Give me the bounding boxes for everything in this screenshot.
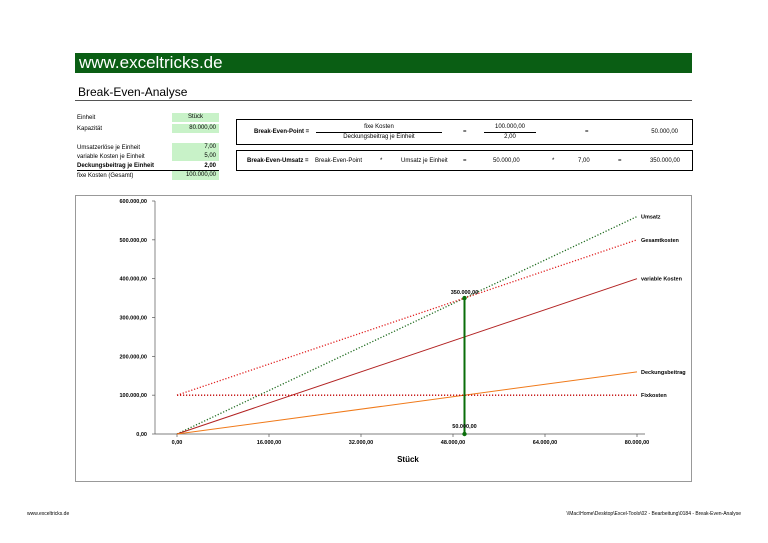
y-tick-label: 600.000,00	[119, 199, 147, 205]
series-label-deckungsbeitrag: Deckungsbeitrag	[641, 370, 686, 376]
footer-left: www.exceltricks.de	[27, 511, 70, 517]
y-tick-label: 300.000,00	[119, 316, 147, 322]
break-even-x-marker	[462, 431, 467, 437]
series-label-umsatz: Umsatz	[641, 215, 661, 221]
series-line-deckungsbeitrag	[176, 371, 638, 435]
x-tick-label: 0,00	[172, 440, 183, 446]
series-label-variable-kosten: variable Kosten	[641, 277, 683, 283]
series-line-umsatz	[176, 215, 638, 435]
x-tick-label: 16.000,00	[257, 440, 281, 446]
break-even-value-label: 350.000,00	[451, 290, 479, 296]
x-tick-label: 80.000,00	[625, 440, 649, 446]
x-tick-label: 48.000,00	[441, 440, 465, 446]
break-even-quantity-label: 50.000,00	[452, 424, 476, 430]
break-even-chart: 0,00 100.000,00 200.000,00 300.000,00 400.00…	[119, 199, 686, 464]
y-tick-label: 500.000,00	[119, 238, 147, 244]
x-axis-title: Stück	[397, 455, 419, 464]
x-tick-label: 64.000,00	[533, 440, 557, 446]
series-line-variable-kosten	[176, 278, 638, 435]
footer-path: \\Mac\Home\Desktop\Excel-Tools\02 - Bear…	[566, 511, 741, 517]
series-label-gesamtkosten: Gesamtkosten	[641, 238, 680, 244]
series-line-gesamtkosten	[176, 239, 638, 396]
x-tick-label: 32.000,00	[349, 440, 373, 446]
break-even-point-marker	[462, 295, 467, 301]
series-label-fixkosten: Fixkosten	[641, 393, 667, 399]
y-tick-label: 200.000,00	[119, 354, 147, 360]
y-tick-label: 0,00	[136, 432, 147, 438]
y-tick-label: 100.000,00	[119, 393, 147, 399]
y-tick-label: 400.000,00	[119, 277, 147, 283]
